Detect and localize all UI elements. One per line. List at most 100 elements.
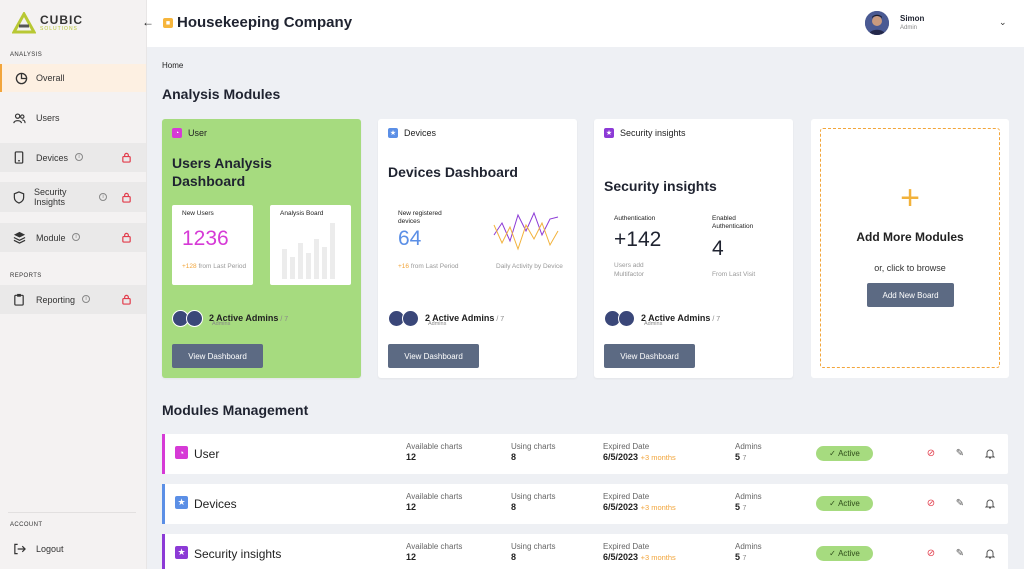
- user-role: Admin: [900, 25, 918, 31]
- stat-note: +16 from Last Period: [398, 263, 459, 270]
- stat-label: New Users: [182, 210, 214, 217]
- page-title: Housekeeping Company: [177, 14, 353, 31]
- card-title: Devices Dashboard: [388, 164, 518, 180]
- sidebar: CUBIC SOLUTIONS ANALYSIS Overall Users D…: [0, 0, 147, 569]
- module-row-user[interactable]: ◔ User Available charts 12 Using charts 8 …: [162, 434, 1008, 474]
- sidebar-item-reporting[interactable]: Reporting i: [0, 285, 146, 314]
- stat-label: Enabled Authentication: [712, 215, 754, 230]
- sidebar-item-users[interactable]: Users: [0, 104, 146, 132]
- module-card-security: ★ Security insights Security insights Au…: [594, 119, 793, 378]
- sidebar-item-label: Reporting: [36, 295, 76, 305]
- logo-icon: [12, 12, 36, 34]
- star-icon: ★: [175, 496, 188, 509]
- edit-icon[interactable]: ✎: [954, 547, 966, 559]
- admins-count: Admins 5 7: [735, 442, 762, 462]
- module-card-devices: ★ Devices Devices Dashboard New register…: [378, 119, 577, 378]
- section-title-analysis: Analysis Modules: [162, 86, 281, 102]
- info-icon[interactable]: i: [82, 295, 90, 303]
- star-icon: ★: [388, 128, 398, 138]
- sidebar-item-security[interactable]: Security Insights i: [0, 182, 146, 212]
- card-tag: ★ Security insights: [604, 128, 686, 138]
- using-charts: Using charts 8: [511, 492, 556, 512]
- card-tag-label: Devices: [404, 128, 437, 138]
- back-arrow-icon[interactable]: ←: [142, 15, 154, 29]
- chevron-down-icon[interactable]: ⌄: [999, 17, 1007, 28]
- admins-count: Admins 5 7: [735, 492, 762, 512]
- admins-summary: 2 Active Admins/ 7 Admins: [388, 308, 504, 328]
- user-name: Simon: [900, 14, 925, 23]
- disable-icon[interactable]: ⊘: [925, 447, 937, 459]
- bell-icon[interactable]: [984, 497, 996, 509]
- stat-note: From Last Visit: [712, 271, 756, 278]
- breadcrumb[interactable]: Home: [162, 61, 183, 70]
- stat-value: 4: [712, 237, 724, 260]
- sidebar-item-overall[interactable]: Overall: [0, 64, 146, 92]
- section-analysis: ANALYSIS: [10, 52, 43, 58]
- add-module-card[interactable]: + Add More Modules or, click to browse A…: [811, 119, 1009, 378]
- admins-summary: 2 Active Admins/ 7 Admins: [604, 308, 720, 328]
- admins-total: / 7: [280, 316, 289, 323]
- card-tag: ◔ User: [172, 128, 207, 138]
- edit-icon[interactable]: ✎: [954, 497, 966, 509]
- info-icon[interactable]: i: [99, 193, 107, 201]
- stat-value: 1236: [182, 227, 229, 250]
- info-icon[interactable]: i: [75, 153, 83, 161]
- bell-icon[interactable]: [984, 447, 996, 459]
- sidebar-item-module[interactable]: Module i: [0, 223, 146, 252]
- card-tag-label: User: [188, 128, 208, 138]
- stat-note: Users add Multifactor: [614, 262, 644, 278]
- status-badge: ✓ Active: [816, 446, 873, 461]
- bell-icon[interactable]: [984, 547, 996, 559]
- user-module-icon: ◔: [172, 128, 182, 138]
- edit-icon[interactable]: ✎: [954, 447, 966, 459]
- add-new-board-button[interactable]: Add New Board: [867, 283, 954, 307]
- topbar: ← ■ Housekeeping Company Simon Admin ⌄: [142, 0, 1024, 47]
- section-reports: REPORTS: [10, 273, 42, 279]
- view-dashboard-button[interactable]: View Dashboard: [172, 344, 263, 368]
- sidebar-item-label: Overall: [36, 73, 65, 83]
- status-badge: ✓ Active: [816, 546, 873, 561]
- daily-activity-chart: Daily Activity by Device: [486, 205, 567, 285]
- sidebar-item-devices[interactable]: Devices i: [0, 143, 146, 172]
- module-name: Security insights: [194, 547, 282, 561]
- available-charts: Available charts 12: [406, 492, 463, 512]
- expired-date: Expired Date 6/5/2023 +3 months: [603, 492, 676, 512]
- sidebar-item-label: Security Insights: [34, 187, 67, 207]
- status-badge: ✓ Active: [816, 496, 873, 511]
- section-title-management: Modules Management: [162, 402, 309, 418]
- module-row-devices[interactable]: ★ Devices Available charts 12 Using chart…: [162, 484, 1008, 524]
- clipboard-icon: [12, 292, 26, 306]
- available-charts: Available charts 12: [406, 542, 463, 562]
- view-dashboard-button[interactable]: View Dashboard: [604, 344, 695, 368]
- stat-note: +128 from Last Period: [182, 263, 247, 270]
- star-icon: ★: [175, 546, 188, 559]
- stat-value: +142: [614, 228, 662, 251]
- expired-date: Expired Date 6/5/2023 +3 months: [603, 442, 676, 462]
- section-account: ACCOUNT: [10, 522, 43, 528]
- disable-icon[interactable]: ⊘: [925, 497, 937, 509]
- avatar[interactable]: [865, 11, 889, 35]
- analysis-board: Analysis Board: [270, 205, 351, 285]
- info-icon[interactable]: i: [72, 233, 80, 241]
- add-module-dropzone[interactable]: + Add More Modules or, click to browse A…: [820, 128, 1000, 368]
- star-icon: ★: [604, 128, 614, 138]
- disable-icon[interactable]: ⊘: [925, 547, 937, 559]
- using-charts: Using charts 8: [511, 542, 556, 562]
- brand-logo[interactable]: CUBIC SOLUTIONS: [12, 12, 83, 34]
- module-row-security[interactable]: ★ Security insights Available charts 12 U…: [162, 534, 1008, 569]
- module-name: User: [194, 447, 220, 461]
- card-title: Security insights: [604, 178, 717, 194]
- divider: [8, 512, 136, 513]
- company-icon: ■: [163, 18, 173, 28]
- card-title: Users Analysis Dashboard: [172, 155, 272, 189]
- brand-sub: SOLUTIONS: [40, 26, 78, 32]
- stat-enabled-auth: Enabled Authentication 4 From Last Visit: [702, 210, 784, 282]
- add-module-title: Add More Modules: [856, 230, 964, 244]
- admins-total: / 7: [712, 316, 721, 323]
- layers-icon: [12, 230, 26, 244]
- admins-sub: Admins: [212, 321, 231, 327]
- sidebar-item-label: Users: [36, 113, 60, 123]
- view-dashboard-button[interactable]: View Dashboard: [388, 344, 479, 368]
- plus-icon: +: [900, 179, 920, 217]
- logout-button[interactable]: Logout: [0, 538, 146, 560]
